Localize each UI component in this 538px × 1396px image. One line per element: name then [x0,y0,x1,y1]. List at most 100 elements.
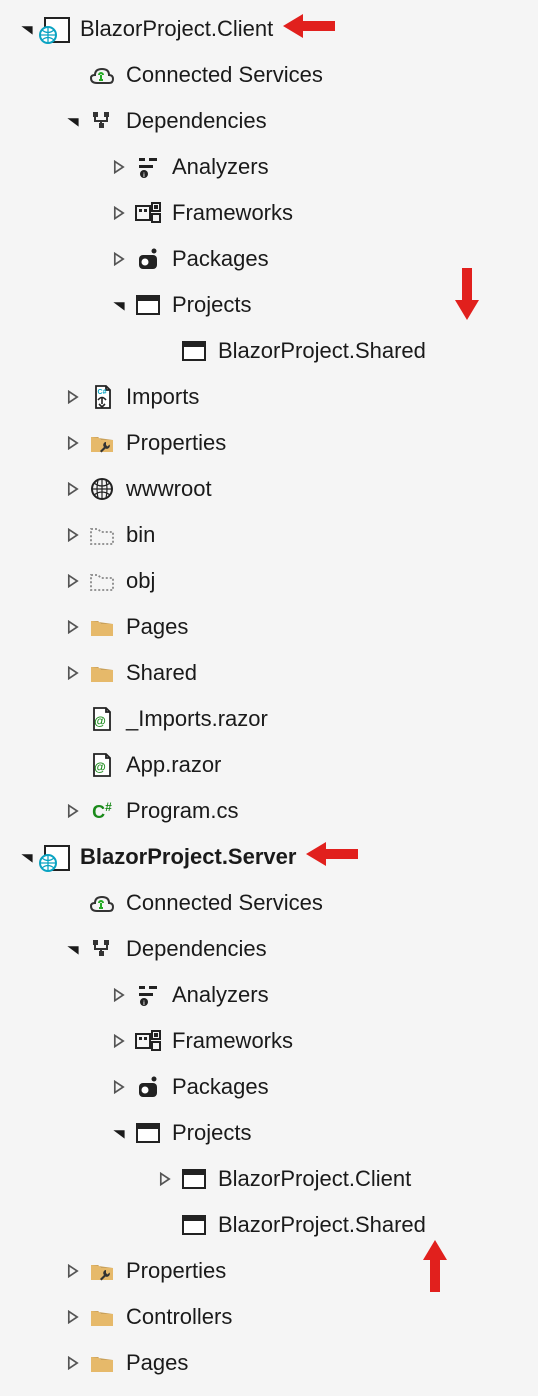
tree-item[interactable]: Frameworks [0,190,538,236]
tree-item[interactable]: Dependencies [0,926,538,972]
packages-icon [132,1073,164,1101]
chevron-right-icon[interactable] [106,1034,132,1048]
chevron-right-icon[interactable] [60,390,86,404]
analyzers-icon: i [132,153,164,181]
tree-item-label: Imports [126,384,199,410]
chevron-right-icon[interactable] [106,1080,132,1094]
properties-folder-icon [86,1257,118,1285]
tree-item[interactable]: Pages [0,604,538,650]
frameworks-icon [132,199,164,227]
tree-item-label: Analyzers [172,982,269,1008]
chevron-right-icon[interactable] [106,988,132,1002]
tree-item[interactable]: Packages [0,1064,538,1110]
chevron-right-icon[interactable] [60,1356,86,1370]
tree-item[interactable]: C# Imports [0,374,538,420]
tree-item-label: Pages [126,614,188,640]
project-ref-icon [132,1119,164,1147]
tree-item-label: BlazorProject.Client [80,16,273,42]
tree-item-label: BlazorProject.Shared [218,338,426,364]
imports-icon: C# [86,383,118,411]
chevron-down-icon[interactable] [106,298,132,312]
tree-item[interactable]: BlazorProject.Shared [0,1202,538,1248]
chevron-down-icon[interactable] [60,942,86,956]
project-icon [40,843,72,871]
chevron-right-icon[interactable] [60,482,86,496]
analyzers-icon: i [132,981,164,1009]
tree-item-label: App.razor [126,752,221,778]
tree-item[interactable]: BlazorProject.Client [0,6,538,52]
folder-icon [86,659,118,687]
tree-item-label: obj [126,568,155,594]
tree-item[interactable]: i Analyzers [0,144,538,190]
chevron-right-icon[interactable] [60,436,86,450]
chevron-right-icon[interactable] [60,804,86,818]
razor-file-icon: @ [86,705,118,733]
tree-item[interactable]: Connected Services [0,880,538,926]
tree-item[interactable]: Properties [0,1248,538,1294]
chevron-down-icon[interactable] [106,1126,132,1140]
tree-item-label: wwwroot [126,476,212,502]
chevron-right-icon[interactable] [106,252,132,266]
properties-folder-icon [86,429,118,457]
tree-item[interactable]: Connected Services [0,52,538,98]
tree-item-label: Shared [126,660,197,686]
tree-item[interactable]: Pages [0,1340,538,1386]
tree-item[interactable]: C#Program.cs [0,788,538,834]
solution-explorer-tree: BlazorProject.Client Connected Services De… [0,0,538,1396]
chevron-right-icon[interactable] [152,1172,178,1186]
tree-item-label: Dependencies [126,936,267,962]
svg-text:@: @ [94,760,106,774]
chevron-right-icon[interactable] [60,1310,86,1324]
dependencies-icon [86,107,118,135]
project-ref-icon [178,337,210,365]
tree-item[interactable]: Dependencies [0,98,538,144]
folder-icon [86,1349,118,1377]
tree-item-label: BlazorProject.Client [218,1166,411,1192]
chevron-down-icon[interactable] [14,850,40,864]
tree-item[interactable]: Controllers [0,1294,538,1340]
tree-item[interactable]: @ App.razor [0,742,538,788]
chevron-right-icon[interactable] [60,574,86,588]
tree-item[interactable]: Frameworks [0,1018,538,1064]
folder-icon [86,613,118,641]
tree-item-label: BlazorProject.Shared [218,1212,426,1238]
project-icon [40,15,72,43]
chevron-right-icon[interactable] [60,666,86,680]
tree-item-label: Analyzers [172,154,269,180]
tree-item[interactable]: @ _Imports.razor [0,696,538,742]
tree-item[interactable]: Shared [0,650,538,696]
tree-item-label: Connected Services [126,890,323,916]
hidden-folder-icon [86,521,118,549]
chevron-right-icon[interactable] [106,206,132,220]
tree-item[interactable]: i Analyzers [0,972,538,1018]
tree-item[interactable]: BlazorProject.Client [0,1156,538,1202]
tree-item-label: BlazorProject.Server [80,844,296,870]
tree-item-label: Dependencies [126,108,267,134]
dependencies-icon [86,935,118,963]
tree-item[interactable]: Projects [0,1110,538,1156]
tree-item[interactable]: BlazorProject.Server [0,834,538,880]
tree-item-label: _Imports.razor [126,706,268,732]
chevron-right-icon[interactable] [106,160,132,174]
tree-item[interactable]: Properties [0,420,538,466]
tree-item-label: Connected Services [126,62,323,88]
tree-item[interactable]: obj [0,558,538,604]
tree-item[interactable]: Projects [0,282,538,328]
hidden-folder-icon [86,567,118,595]
tree-item-label: Properties [126,1258,226,1284]
tree-item-label: bin [126,522,155,548]
packages-icon [132,245,164,273]
callout-arrow-left-icon [304,839,360,875]
tree-item-label: Pages [126,1350,188,1376]
chevron-right-icon[interactable] [60,528,86,542]
tree-item-label: Frameworks [172,1028,293,1054]
tree-item-label: Program.cs [126,798,238,824]
tree-item[interactable]: bin [0,512,538,558]
tree-item[interactable]: wwwroot [0,466,538,512]
tree-item[interactable]: BlazorProject.Shared [0,328,538,374]
chevron-down-icon[interactable] [60,114,86,128]
chevron-right-icon[interactable] [60,1264,86,1278]
chevron-down-icon[interactable] [14,22,40,36]
frameworks-icon [132,1027,164,1055]
chevron-right-icon[interactable] [60,620,86,634]
